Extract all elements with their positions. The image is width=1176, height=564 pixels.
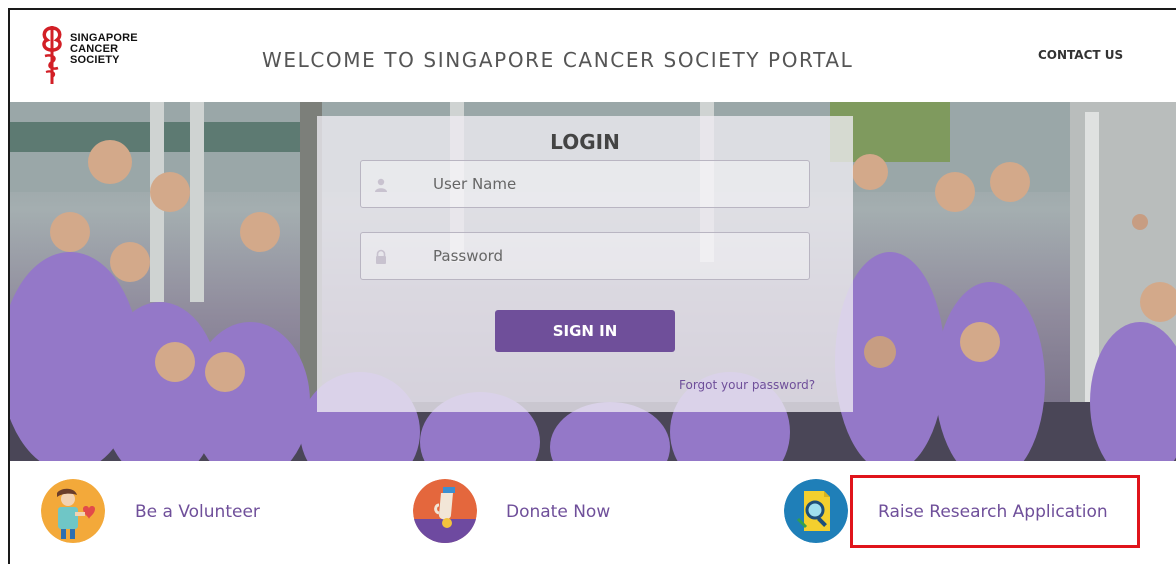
page: SINGAPORE CANCER SOCIETY WELCOME TO SING… [0,0,1176,564]
donate-icon[interactable] [413,479,477,543]
username-field[interactable]: User Name [360,160,810,208]
forgot-password-link[interactable]: Forgot your password? [679,378,815,392]
logo-emblem-icon [42,26,62,84]
user-icon [375,178,387,192]
header: SINGAPORE CANCER SOCIETY WELCOME TO SING… [10,10,1176,102]
donate-now-link[interactable]: Donate Now [506,502,610,522]
password-placeholder: Password [433,247,504,265]
page-title: WELCOME TO SINGAPORE CANCER SOCIETY PORT… [262,48,854,72]
volunteer-icon[interactable] [41,479,105,543]
highlight-box [850,475,1140,548]
logo-line-3: SOCIETY [70,54,120,66]
sign-in-button[interactable]: SIGN IN [495,310,675,352]
password-field[interactable]: Password [360,232,810,280]
site-logo[interactable]: SINGAPORE CANCER SOCIETY [40,24,160,90]
logo-wordmark: SINGAPORE CANCER SOCIETY [70,33,138,66]
research-icon[interactable] [784,479,848,543]
volunteer-link[interactable]: Be a Volunteer [135,502,260,522]
lock-icon [376,249,386,264]
login-title: LOGIN [550,130,620,154]
hero-banner: LOGIN User Name Password SIGN IN Forgot … [10,102,1176,461]
login-panel: LOGIN User Name Password SIGN IN Forgot … [317,116,853,412]
quick-actions: Be a Volunteer Donate Now Raise Research… [10,461,1176,564]
username-placeholder: User Name [433,175,517,193]
contact-us-link[interactable]: CONTACT US [1038,48,1123,62]
